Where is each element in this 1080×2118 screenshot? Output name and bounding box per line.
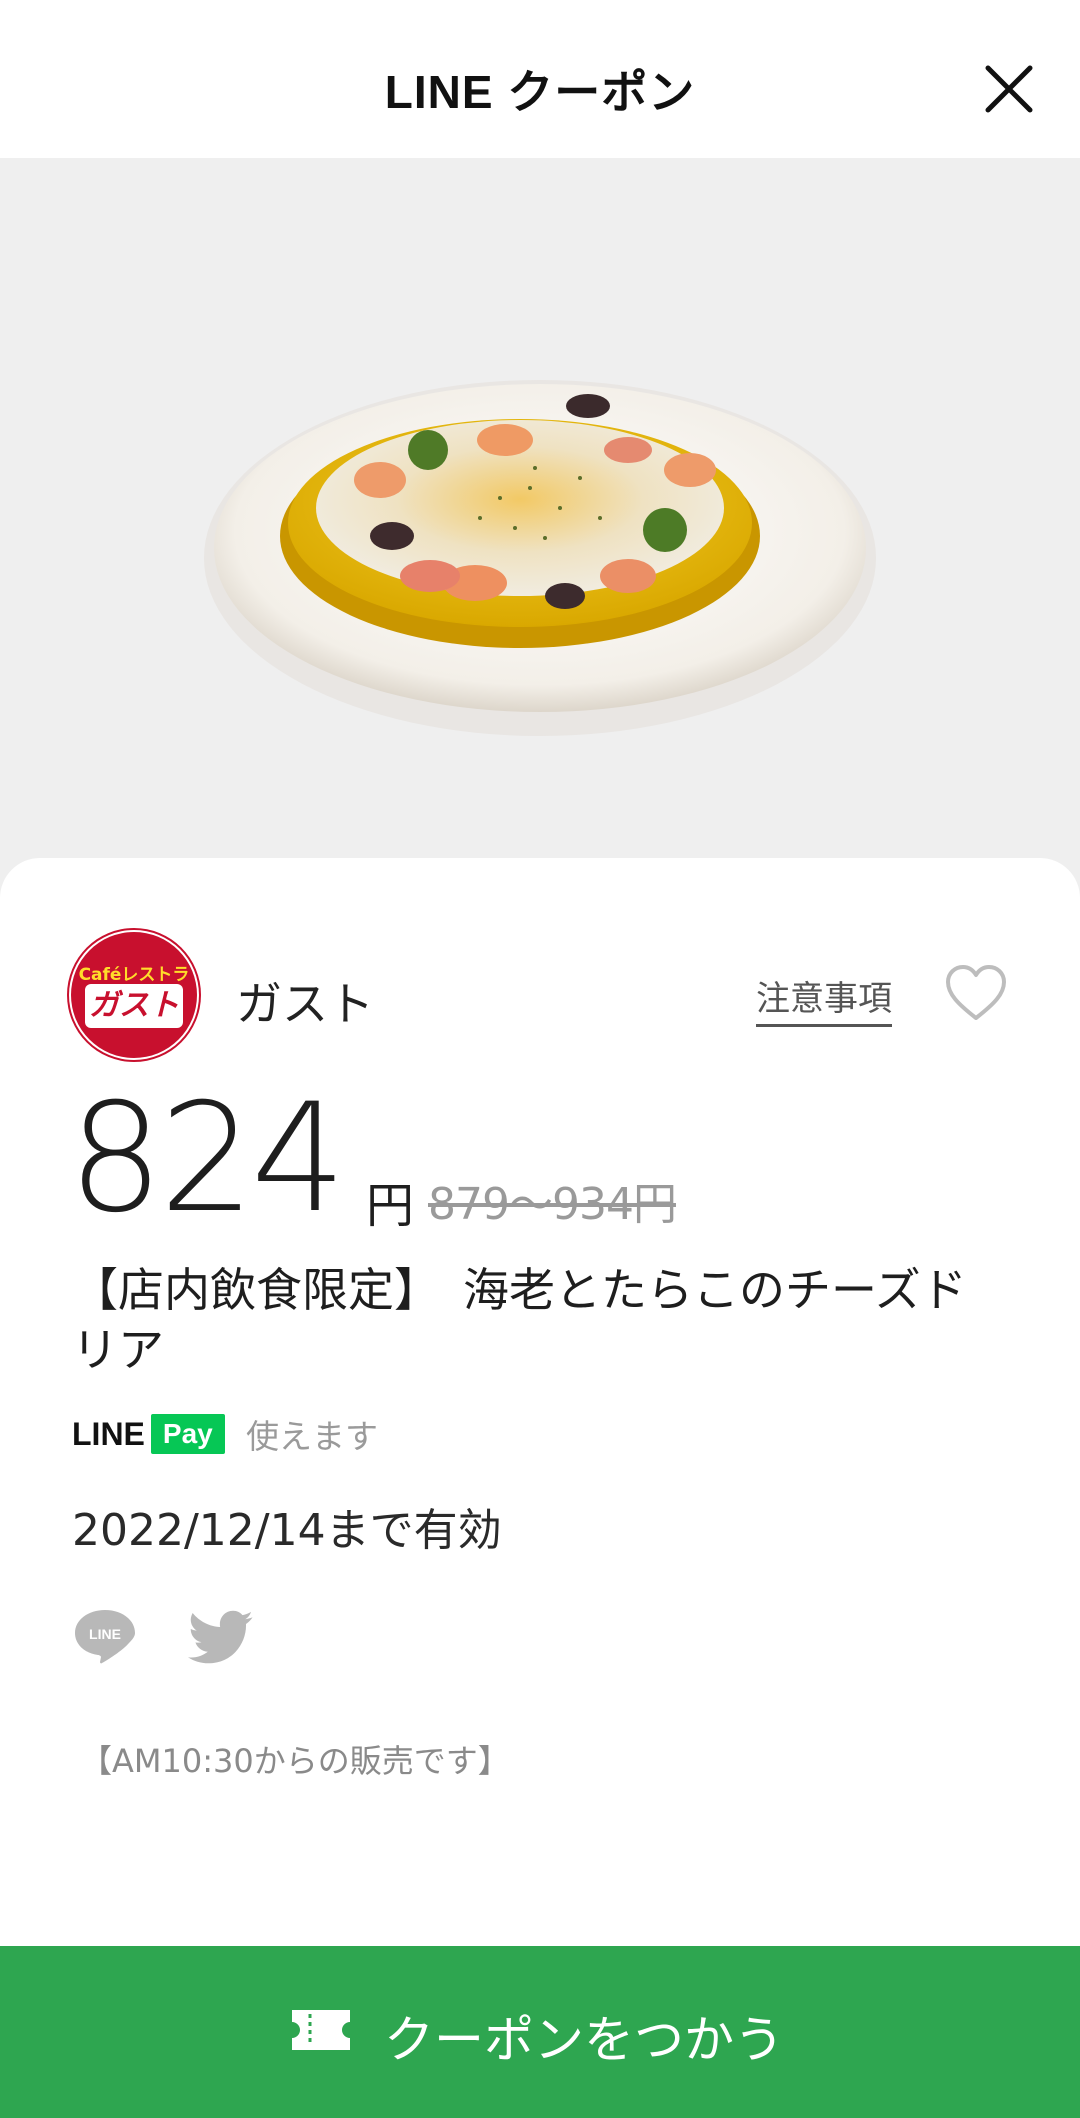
close-button[interactable] — [978, 58, 1040, 120]
linepay-line-text: LINE — [72, 1415, 145, 1452]
notice-link[interactable]: 注意事項 — [756, 971, 892, 1027]
share-twitter-button[interactable] — [188, 1610, 254, 1666]
line-share-icon: LINE — [75, 1610, 135, 1664]
twitter-icon — [188, 1610, 253, 1664]
heart-icon — [946, 965, 1006, 1020]
svg-text:LINE: LINE — [89, 1626, 121, 1642]
ticket-icon — [292, 2010, 350, 2050]
coupon-title: 【店内飲食限定】 海老とたらこのチーズドリア — [72, 1263, 967, 1377]
use-coupon-button[interactable]: クーポンをつかう — [0, 1946, 1080, 2118]
sales-note: 【AM10:30からの販売です】 — [80, 1742, 510, 1780]
coupon-page: LINE クーポン Caféレストラ ガスト ガスト 注意事項 824 円 87… — [0, 0, 1080, 2118]
validity-date: 2022/12/14まで有効 — [72, 1505, 502, 1556]
close-icon — [985, 65, 1033, 113]
food-photo — [204, 380, 876, 736]
linepay-pay-badge: Pay — [150, 1414, 225, 1454]
brand-logo: Caféレストラン ガスト — [71, 932, 197, 1058]
brand-name: ガスト — [236, 977, 374, 1031]
coupon-price: 824 — [68, 1072, 346, 1246]
linepay-usable-text: 使えます — [246, 1417, 378, 1456]
use-coupon-label: クーポンをつかう — [384, 2011, 784, 2069]
favorite-button[interactable] — [944, 964, 1008, 1022]
coupon-photo — [0, 158, 1080, 898]
original-price: 879〜934円 — [428, 1179, 677, 1230]
linepay-logo: LINE Pay — [72, 1412, 225, 1456]
brand-logo-text: ガスト — [85, 984, 183, 1028]
share-line-button[interactable]: LINE — [72, 1606, 138, 1666]
price-unit: 円 — [366, 1178, 415, 1234]
header-title: LINE クーポン — [384, 66, 696, 118]
header: LINE クーポン — [0, 0, 1080, 158]
coupon-card: Caféレストラン ガスト ガスト 注意事項 824 円 879〜934円 【店… — [0, 858, 1080, 1946]
